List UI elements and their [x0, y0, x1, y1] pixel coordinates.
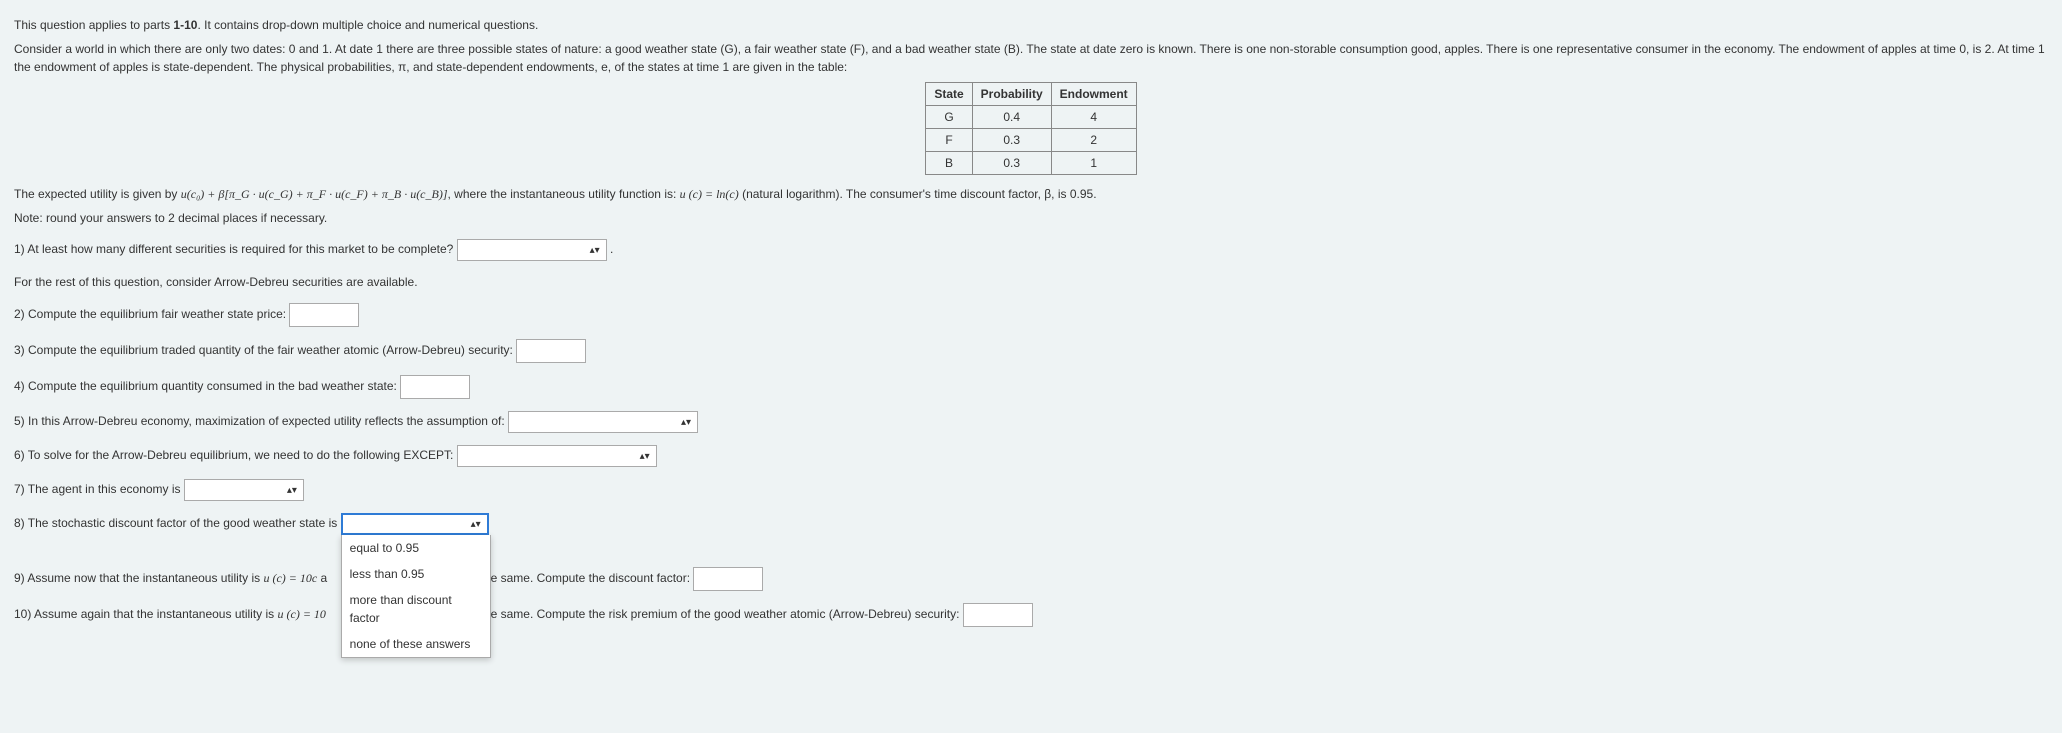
q7-text: 7) The agent in this economy is: [14, 482, 181, 496]
q2-line: 2) Compute the equilibrium fair weather …: [14, 303, 2048, 327]
q8-dropdown-menu: equal to 0.95 less than 0.95 more than d…: [341, 535, 491, 658]
q8-select[interactable]: ▴▾: [341, 513, 489, 535]
chevron-updown-icon: ▴▾: [590, 243, 600, 258]
rest-note: For the rest of this question, consider …: [14, 273, 2048, 291]
chevron-updown-icon: ▴▾: [287, 483, 297, 498]
q7-line: 7) The agent in this economy is ▴▾: [14, 479, 2048, 501]
intro-scenario: Consider a world in which there are only…: [14, 40, 2048, 76]
eu-formula-2: u (c) = ln(c): [680, 187, 739, 201]
chevron-updown-icon: ▴▾: [681, 415, 691, 430]
table-row: B 0.3 1: [926, 152, 1136, 175]
state-table: State Probability Endowment G 0.4 4 F 0.…: [925, 82, 1136, 175]
q10-line: 10) Assume again that the instantaneous …: [14, 603, 2048, 627]
q1-select[interactable]: ▴▾: [457, 239, 607, 261]
q6-select[interactable]: ▴▾: [457, 445, 657, 467]
q5-text: 5) In this Arrow-Debreu economy, maximiz…: [14, 414, 505, 428]
q8-option-none[interactable]: none of these answers: [342, 631, 490, 657]
table-row: G 0.4 4: [926, 106, 1136, 129]
q5-line: 5) In this Arrow-Debreu economy, maximiz…: [14, 411, 2048, 433]
q5-select[interactable]: ▴▾: [508, 411, 698, 433]
q1-line: 1) At least how many different securitie…: [14, 239, 2048, 261]
q4-text: 4) Compute the equilibrium quantity cons…: [14, 379, 397, 393]
q6-line: 6) To solve for the Arrow-Debreu equilib…: [14, 445, 2048, 467]
q3-line: 3) Compute the equilibrium traded quanti…: [14, 339, 2048, 363]
q9-formula: u (c) = 10c: [263, 571, 317, 585]
intro-bold: 1-10: [173, 18, 197, 32]
chevron-updown-icon: ▴▾: [471, 517, 481, 532]
expected-utility-line: The expected utility is given by u(c₀) +…: [14, 185, 2048, 203]
q8-line: 8) The stochastic discount factor of the…: [14, 513, 2048, 535]
q10-formula: u (c) = 10: [278, 607, 326, 621]
table-header-row: State Probability Endowment: [926, 83, 1136, 106]
q10-input[interactable]: [963, 603, 1033, 627]
q1-text: 1) At least how many different securitie…: [14, 242, 453, 256]
q8-option-less[interactable]: less than 0.95: [342, 561, 490, 587]
intro-leadin: This question applies to parts: [14, 18, 173, 32]
rounding-note: Note: round your answers to 2 decimal pl…: [14, 209, 2048, 227]
q6-text: 6) To solve for the Arrow-Debreu equilib…: [14, 448, 453, 462]
th-probability: Probability: [972, 83, 1051, 106]
q2-input[interactable]: [289, 303, 359, 327]
q9-line: 9) Assume now that the instantaneous uti…: [14, 567, 2048, 591]
chevron-updown-icon: ▴▾: [640, 449, 650, 464]
th-endowment: Endowment: [1051, 83, 1136, 106]
intro-leadout: . It contains drop-down multiple choice …: [197, 18, 538, 32]
eu-formula-1: u(c₀) + β[π_G · u(c_G) + π_F · u(c_F) + …: [181, 187, 448, 201]
q3-input[interactable]: [516, 339, 586, 363]
q8-text: 8) The stochastic discount factor of the…: [14, 516, 337, 530]
q4-line: 4) Compute the equilibrium quantity cons…: [14, 375, 2048, 399]
table-row: F 0.3 2: [926, 129, 1136, 152]
q8-option-more[interactable]: more than discount factor: [342, 587, 490, 631]
q8-option-equal[interactable]: equal to 0.95: [342, 535, 490, 561]
q2-text: 2) Compute the equilibrium fair weather …: [14, 307, 286, 321]
q9-input[interactable]: [693, 567, 763, 591]
intro-line-1: This question applies to parts 1-10. It …: [14, 16, 2048, 34]
q3-text: 3) Compute the equilibrium traded quanti…: [14, 343, 513, 357]
q4-input[interactable]: [400, 375, 470, 399]
q7-select[interactable]: ▴▾: [184, 479, 304, 501]
th-state: State: [926, 83, 972, 106]
